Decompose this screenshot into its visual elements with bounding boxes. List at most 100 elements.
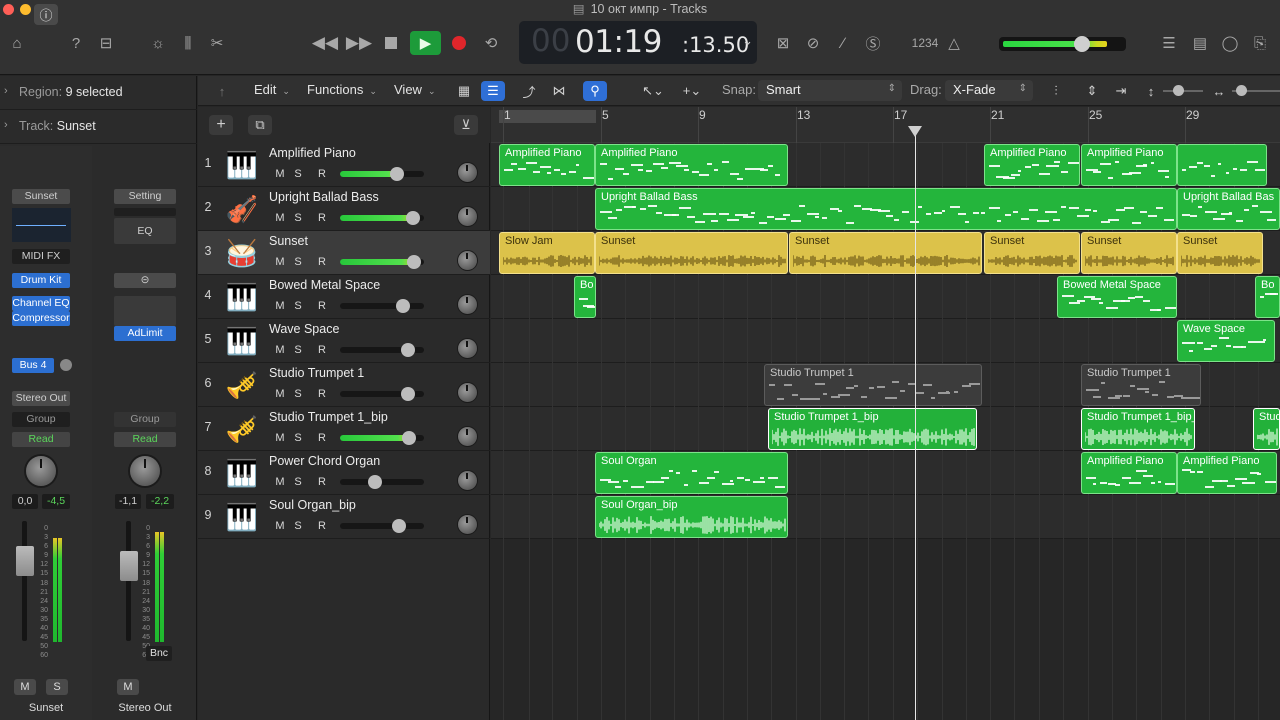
track-name[interactable]: Upright Ballad Bass <box>269 190 379 204</box>
metronome-icon[interactable]: △ <box>942 32 966 54</box>
track-name[interactable]: Studio Trumpet 1_bip <box>269 410 388 424</box>
strip2-fader-track[interactable] <box>126 521 131 641</box>
fast-forward-icon[interactable]: ▶▶ <box>346 32 372 54</box>
track-pan-knob[interactable] <box>458 251 477 270</box>
count-in-button[interactable]: 1234 <box>910 32 940 54</box>
track-header[interactable]: 7 🎺 Studio Trumpet 1_bip M S R <box>198 407 490 451</box>
track-header[interactable]: 9 🎹 Soul Organ_bip M S R <box>198 495 490 539</box>
track-name[interactable]: Wave Space <box>269 322 339 336</box>
track-volume-slider[interactable] <box>340 255 424 269</box>
region[interactable]: Wave Space <box>1177 320 1275 362</box>
strip2-group-slot[interactable]: Group <box>114 412 176 427</box>
bar-ruler[interactable]: 1 5 9 13 17 21 25 29 <box>491 107 1280 143</box>
mute-button[interactable]: M <box>273 387 287 401</box>
toolbar-icon[interactable]: ⊟ <box>94 32 118 54</box>
track-header[interactable]: 3 🥁 Sunset M S R <box>198 231 490 275</box>
solo-button[interactable]: S <box>291 475 305 489</box>
list-view-icon[interactable]: ☰ <box>481 81 505 101</box>
track-name[interactable]: Bowed Metal Space <box>269 278 380 292</box>
eq-thumbnail[interactable] <box>12 208 71 242</box>
instrument-icon[interactable]: 🥁 <box>223 234 261 272</box>
strip2-automation-mode[interactable]: Read <box>114 432 176 447</box>
volume-handle[interactable] <box>396 299 410 313</box>
record-icon[interactable] <box>447 32 471 54</box>
send-level-knob[interactable] <box>60 359 72 371</box>
loop-browser-icon[interactable]: ◯ <box>1218 32 1242 54</box>
track-volume-slider[interactable] <box>340 167 424 181</box>
track-pan-knob[interactable] <box>458 383 477 402</box>
instrument-icon[interactable]: 🎹 <box>223 454 261 492</box>
notepad-icon[interactable]: ▤ <box>1188 32 1212 54</box>
track-volume-slider[interactable] <box>340 299 424 313</box>
global-tracks-icon[interactable]: ⊻ <box>454 115 478 135</box>
track-pan-knob[interactable] <box>458 427 477 446</box>
mute-button[interactable]: M <box>273 299 287 313</box>
solo-button[interactable]: S <box>291 255 305 269</box>
track-volume-slider[interactable] <box>340 431 424 445</box>
record-enable-button[interactable]: R <box>315 343 329 357</box>
volume-handle[interactable] <box>401 343 415 357</box>
instrument-icon[interactable]: 🎺 <box>223 410 261 448</box>
solo-button[interactable]: S <box>291 387 305 401</box>
instrument-icon[interactable]: 🎹 <box>223 322 261 360</box>
volume-handle[interactable] <box>402 431 416 445</box>
track-name[interactable]: Studio Trumpet 1 <box>269 366 364 380</box>
library-icon[interactable]: ⌂ <box>5 32 29 54</box>
audio-fx-slot-1[interactable]: Channel EQ <box>12 296 70 311</box>
smart-controls-icon[interactable]: ☼ <box>146 32 170 54</box>
disclosure-arrow-icon[interactable]: › <box>4 85 8 97</box>
send-slot[interactable]: Bus 4 <box>12 358 54 373</box>
volume-handle[interactable] <box>368 475 382 489</box>
track-header[interactable]: 4 🎹 Bowed Metal Space M S R <box>198 275 490 319</box>
track-volume-slider[interactable] <box>340 519 424 533</box>
catch-icon[interactable]: ⚲ <box>583 81 607 101</box>
mixer-icon[interactable]: ⫼ <box>176 32 200 54</box>
horizontal-fit-icon[interactable]: ⇥ <box>1109 81 1133 101</box>
mute-button[interactable]: M <box>273 343 287 357</box>
instrument-icon[interactable]: 🎹 <box>223 146 261 184</box>
region[interactable]: Upright Ballad Bas <box>1177 188 1280 230</box>
replace-icon[interactable]: ⊠ <box>771 32 795 54</box>
region[interactable]: Stud <box>1253 408 1280 450</box>
track-volume-slider[interactable] <box>340 387 424 401</box>
track-volume-slider[interactable] <box>340 475 424 489</box>
instrument-icon[interactable]: 🎺 <box>223 366 261 404</box>
track-pan-knob[interactable] <box>458 471 477 490</box>
region[interactable]: Studio Trumpet 1 <box>764 364 982 406</box>
track-volume-slider[interactable] <box>340 211 424 225</box>
cycle-icon[interactable]: ⟲ <box>479 32 503 54</box>
region[interactable]: Bo <box>574 276 596 318</box>
region[interactable]: Bowed Metal Space <box>1057 276 1177 318</box>
volume-fader-handle[interactable] <box>16 546 34 576</box>
instrument-icon[interactable]: 🎹 <box>223 498 261 536</box>
quick-help-icon[interactable]: ? <box>64 32 88 54</box>
mute-button[interactable]: M <box>273 475 287 489</box>
solo-button[interactable]: S <box>291 167 305 181</box>
region[interactable]: Slow Jam <box>499 232 595 274</box>
plus-tool-icon[interactable]: +⌄ <box>677 81 707 101</box>
mute-button[interactable]: M <box>273 167 287 181</box>
track-header[interactable]: 8 🎹 Power Chord Organ M S R <box>198 451 490 495</box>
region[interactable]: Upright Ballad Bass <box>595 188 1177 230</box>
browser-icon[interactable]: ⎘ <box>1248 32 1272 54</box>
mute-button[interactable]: M <box>273 431 287 445</box>
track-name[interactable]: Power Chord Organ <box>269 454 380 468</box>
automation-icon[interactable]: ⤴ <box>517 81 541 101</box>
track-pan-knob[interactable] <box>458 295 477 314</box>
flex-icon[interactable]: ⋈ <box>547 81 571 101</box>
horizontal-size-icon[interactable]: ↔ <box>1207 81 1231 101</box>
region[interactable] <box>1177 144 1267 186</box>
link-icon[interactable]: ⊝ <box>114 273 176 288</box>
vertical-zoom-icon[interactable]: ⇕ <box>1080 81 1104 101</box>
region[interactable]: Sunset <box>1081 232 1177 274</box>
instrument-icon[interactable]: 🎹 <box>223 278 261 316</box>
solo-button[interactable]: S <box>291 431 305 445</box>
record-enable-button[interactable]: R <box>315 167 329 181</box>
track-name[interactable]: Sunset <box>269 234 308 248</box>
arrange-area[interactable]: Amplified Piano Amplified Piano Amplified … <box>491 143 1280 720</box>
track-header[interactable]: 2 🎻 Upright Ballad Bass M S R <box>198 187 490 231</box>
region[interactable]: Sunset <box>1177 232 1263 274</box>
strip1-mute-button[interactable]: M <box>14 679 36 695</box>
strip-setting-button[interactable]: Sunset <box>12 189 70 204</box>
record-enable-button[interactable]: R <box>315 211 329 225</box>
